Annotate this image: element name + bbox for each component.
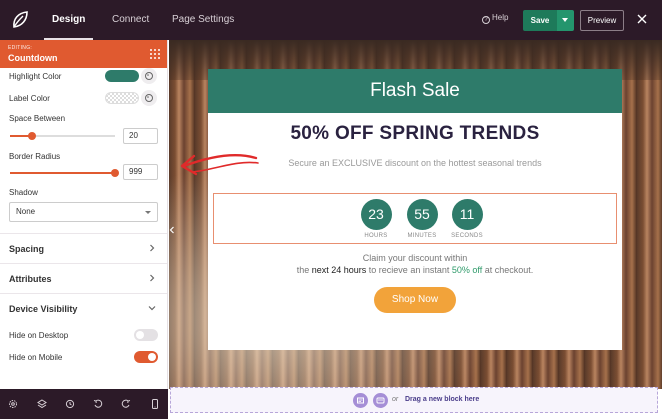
shop-now-button[interactable]: Shop Now bbox=[374, 287, 456, 313]
countdown-hours: 23 HOURS bbox=[356, 199, 396, 239]
slider-handle[interactable] bbox=[111, 169, 119, 177]
tab-page-settings[interactable]: Page Settings bbox=[172, 0, 234, 40]
bottom-toolbar bbox=[0, 389, 168, 419]
label-color-label: Label Color bbox=[9, 94, 50, 103]
chevron-right-icon bbox=[150, 274, 155, 282]
border-radius-label: Border Radius bbox=[9, 152, 61, 161]
layers-icon[interactable] bbox=[37, 399, 47, 409]
save-dropdown-button[interactable] bbox=[557, 10, 574, 31]
section-title: Device Visibility bbox=[9, 304, 78, 314]
tab-connect[interactable]: Connect bbox=[112, 0, 149, 40]
help-icon: ? bbox=[482, 16, 490, 24]
label-color-swatch[interactable] bbox=[105, 92, 139, 104]
add-section-icon[interactable] bbox=[373, 393, 388, 408]
drop-zone-or: or bbox=[392, 396, 399, 403]
block-name: Countdown bbox=[8, 53, 58, 63]
offer-text: the next 24 hours to recieve an instant … bbox=[296, 265, 534, 275]
tab-design[interactable]: Design bbox=[43, 0, 94, 40]
popup-header: Flash Sale bbox=[208, 69, 622, 113]
close-icon[interactable] bbox=[636, 13, 648, 25]
slider-handle[interactable] bbox=[28, 132, 36, 140]
highlight-color-label: Highlight Color bbox=[9, 72, 62, 81]
space-between-label: Space Between bbox=[9, 114, 66, 123]
chevron-down-icon bbox=[145, 211, 151, 214]
color-picker-button[interactable] bbox=[141, 68, 157, 84]
countdown-label: MINUTES bbox=[407, 233, 437, 239]
shadow-value: None bbox=[16, 207, 36, 216]
mobile-preview-icon[interactable] bbox=[150, 399, 160, 409]
section-attributes[interactable]: Attributes bbox=[0, 263, 167, 293]
annotation-arrow-icon bbox=[180, 153, 259, 176]
editing-header: EDITING: Countdown bbox=[0, 40, 167, 68]
countdown-minutes: 55 MINUTES bbox=[402, 199, 442, 239]
seedprod-builder: Design Connect Page Settings ? Help Save … bbox=[0, 0, 662, 419]
add-block-icon[interactable] bbox=[353, 393, 368, 408]
save-button[interactable]: Save bbox=[523, 10, 557, 31]
drop-zone[interactable]: or Drag a new block here bbox=[170, 387, 658, 413]
border-radius-input[interactable]: 999 bbox=[123, 164, 158, 180]
history-icon[interactable] bbox=[65, 399, 75, 409]
countdown-value: 23 bbox=[360, 199, 392, 230]
preview-button[interactable]: Preview bbox=[580, 10, 624, 31]
section-title: Spacing bbox=[9, 244, 45, 254]
countdown-seconds: 11 SECONDS bbox=[447, 199, 487, 239]
hide-desktop-toggle[interactable] bbox=[134, 329, 158, 341]
countdown-value: 11 bbox=[451, 199, 483, 230]
seedprod-logo-icon[interactable] bbox=[8, 8, 32, 32]
hide-mobile-label: Hide on Mobile bbox=[9, 353, 63, 362]
countdown-label: HOURS bbox=[364, 233, 388, 239]
section-title: Attributes bbox=[9, 274, 52, 284]
collapse-sidebar-icon[interactable] bbox=[169, 226, 175, 234]
border-radius-slider[interactable] bbox=[10, 169, 119, 177]
hide-desktop-label: Hide on Desktop bbox=[9, 331, 69, 340]
help-link[interactable]: ? Help bbox=[482, 13, 508, 24]
undo-icon[interactable] bbox=[93, 399, 103, 409]
top-bar: Design Connect Page Settings ? Help Save … bbox=[0, 0, 662, 40]
shadow-select[interactable]: None bbox=[9, 202, 158, 222]
editing-label: EDITING: bbox=[8, 45, 33, 51]
space-between-slider[interactable] bbox=[10, 132, 115, 140]
grid-dots-icon[interactable] bbox=[149, 48, 161, 60]
claim-text: Claim your discount within bbox=[362, 253, 468, 263]
shadow-label: Shadow bbox=[9, 188, 38, 197]
space-between-input[interactable]: 20 bbox=[123, 128, 158, 144]
color-picker-button[interactable] bbox=[141, 90, 157, 106]
settings-sidebar: EDITING: Countdown Highlight Color Label… bbox=[0, 40, 168, 389]
chevron-down-icon bbox=[148, 306, 156, 311]
palette-icon bbox=[145, 94, 153, 102]
redo-icon[interactable] bbox=[121, 399, 131, 409]
chevron-right-icon bbox=[150, 244, 155, 252]
section-spacing[interactable]: Spacing bbox=[0, 233, 167, 263]
drop-zone-text: Drag a new block here bbox=[405, 396, 480, 403]
hide-mobile-toggle[interactable] bbox=[134, 351, 158, 363]
highlight-color-swatch[interactable] bbox=[105, 70, 139, 82]
popup-subtitle: Secure an EXCLUSIVE discount on the hott… bbox=[288, 158, 542, 168]
popup-title: 50% OFF SPRING TRENDS bbox=[290, 123, 540, 144]
flash-sale-popup: Flash Sale 50% OFF SPRING TRENDS Secure … bbox=[208, 69, 622, 350]
palette-icon bbox=[145, 72, 153, 80]
countdown-block[interactable]: 23 HOURS 55 MINUTES 11 SECONDS bbox=[213, 193, 617, 244]
countdown-value: 55 bbox=[406, 199, 438, 230]
countdown-label: SECONDS bbox=[451, 233, 483, 239]
settings-gear-icon[interactable] bbox=[8, 399, 18, 409]
help-label: Help bbox=[492, 13, 509, 22]
